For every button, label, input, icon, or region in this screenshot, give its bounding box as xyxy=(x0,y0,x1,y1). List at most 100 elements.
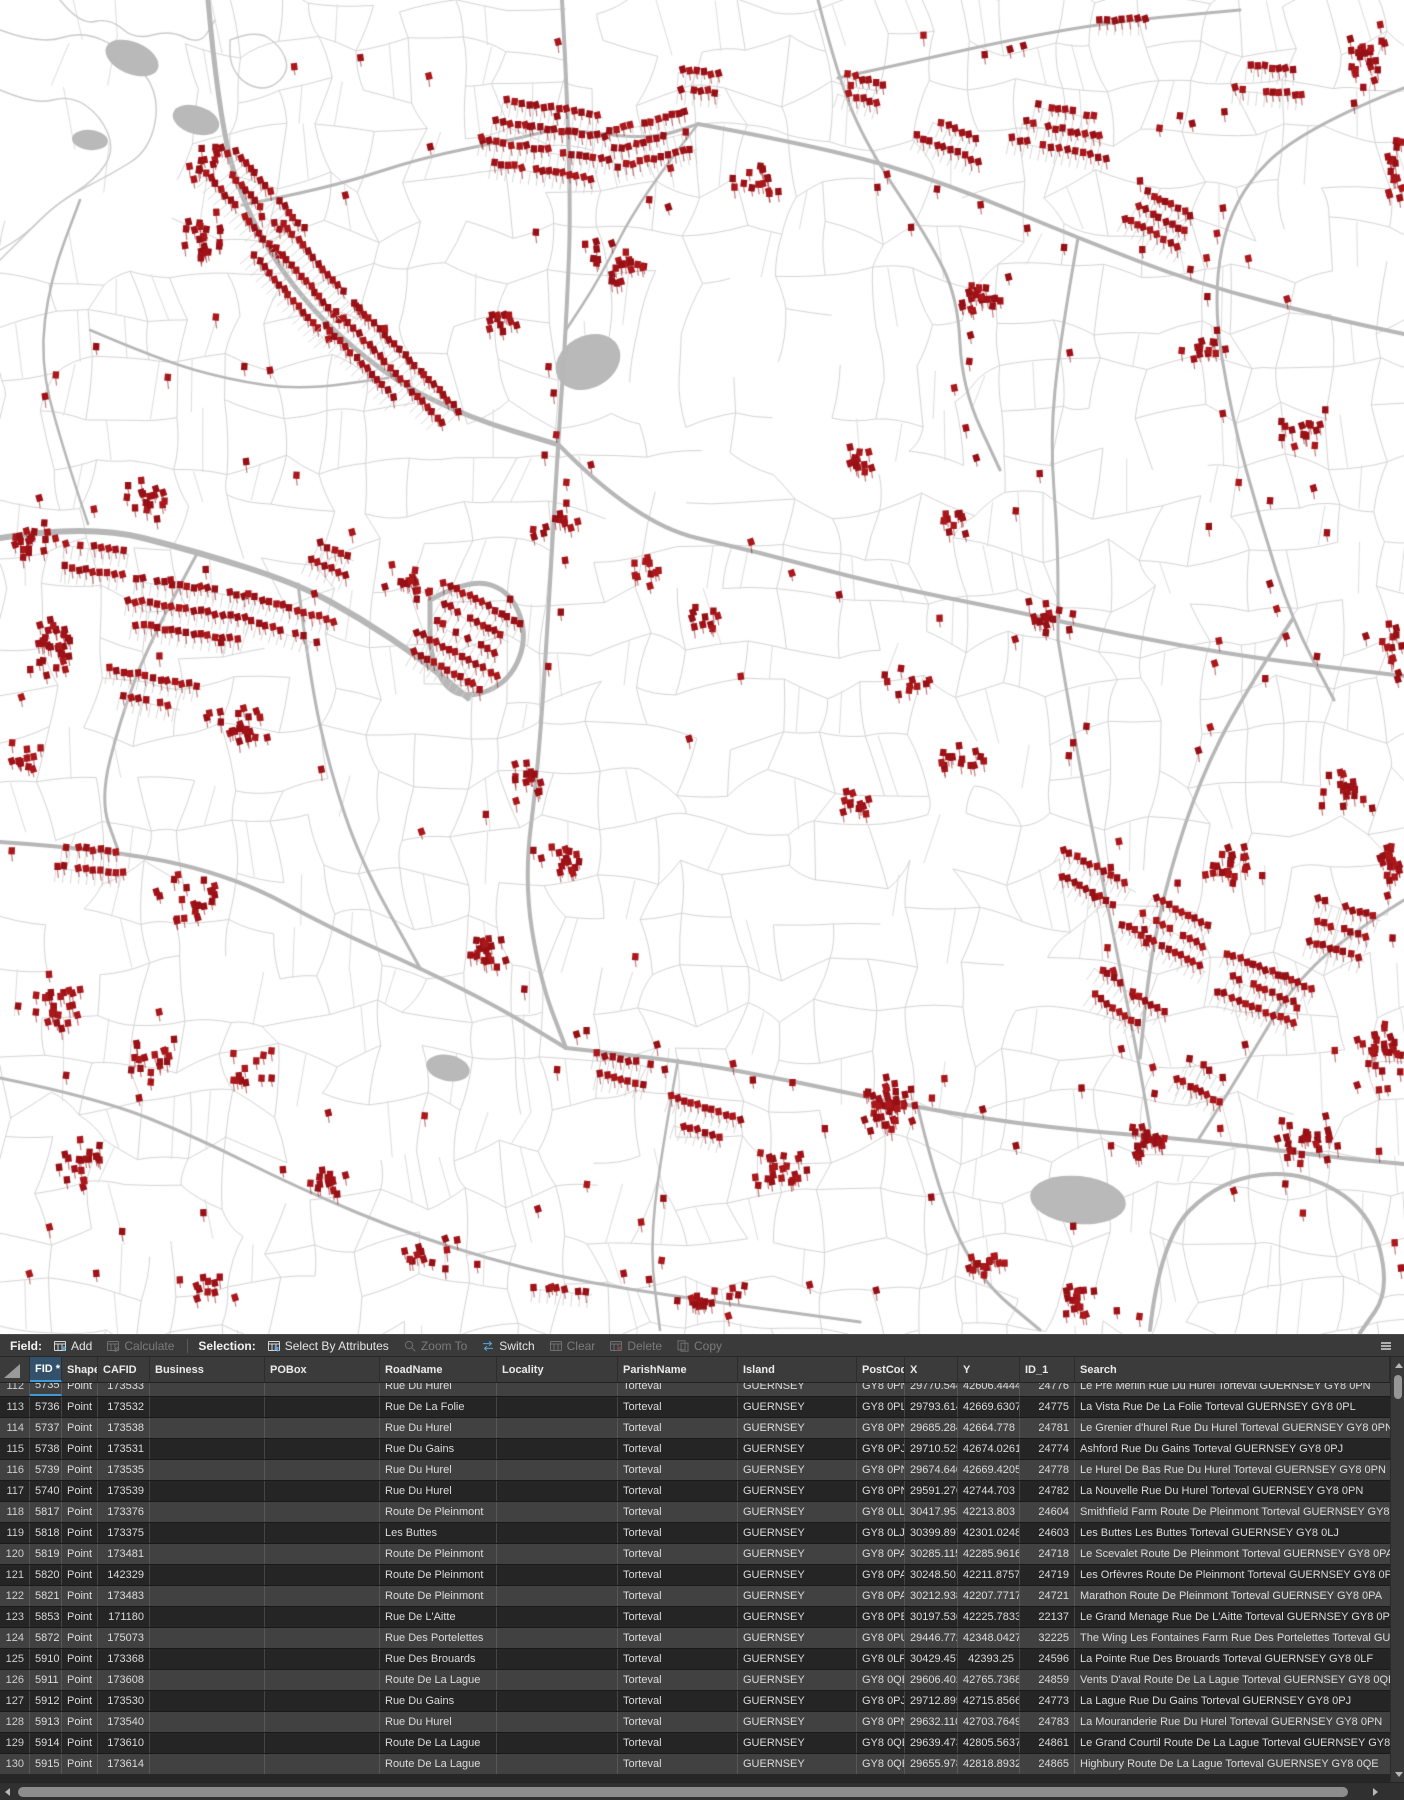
cell-business[interactable] xyxy=(150,1691,265,1711)
cell-locality[interactable] xyxy=(497,1383,618,1396)
cell-pobox[interactable] xyxy=(265,1502,380,1522)
cell-fid[interactable]: 5911 xyxy=(30,1670,62,1690)
cell-parishname[interactable]: Torteval xyxy=(618,1754,738,1774)
cell-search[interactable]: La Lague Rue Du Gains Torteval GUERNSEY … xyxy=(1075,1691,1390,1711)
cell-roadname[interactable]: Rue Du Hurel xyxy=(380,1418,497,1438)
cell-locality[interactable] xyxy=(497,1418,618,1438)
column-header-postcode[interactable]: PostCode xyxy=(857,1357,905,1382)
cell-locality[interactable] xyxy=(497,1439,618,1459)
table-row-125[interactable]: 1255910Point173368Rue Des BrouardsTortev… xyxy=(0,1648,1390,1669)
cell-x[interactable]: 30399.8978 xyxy=(905,1523,958,1543)
cell-cafid[interactable]: 142329 xyxy=(98,1565,150,1585)
cell-postcode[interactable]: GY8 0PA xyxy=(857,1565,905,1585)
cell-business[interactable] xyxy=(150,1712,265,1732)
cell-locality[interactable] xyxy=(497,1586,618,1606)
column-header-pobox[interactable]: POBox xyxy=(265,1357,380,1382)
cell-island[interactable]: GUERNSEY xyxy=(738,1628,857,1648)
cell-cafid[interactable]: 173375 xyxy=(98,1523,150,1543)
cell-cafid[interactable]: 173540 xyxy=(98,1712,150,1732)
cell-business[interactable] xyxy=(150,1586,265,1606)
horizontal-scrollbar[interactable] xyxy=(0,1782,1404,1800)
column-header-id_1[interactable]: ID_1 xyxy=(1020,1357,1075,1382)
column-header-x[interactable]: X xyxy=(905,1357,958,1382)
cell-id_1[interactable]: 24604 xyxy=(1020,1502,1075,1522)
cell-shape[interactable]: Point xyxy=(62,1586,98,1606)
cell-y[interactable]: 42207.7717 xyxy=(958,1586,1020,1606)
cell-island[interactable]: GUERNSEY xyxy=(738,1712,857,1732)
cell-search[interactable]: La Mouranderie Rue Du Hurel Torteval GUE… xyxy=(1075,1712,1390,1732)
cell-shape[interactable]: Point xyxy=(62,1439,98,1459)
cell-roadname[interactable]: Route De La Lague xyxy=(380,1733,497,1753)
cell-y[interactable]: 42715.8566 xyxy=(958,1691,1020,1711)
cell-fid[interactable]: 5735 xyxy=(30,1383,62,1396)
cell-parishname[interactable]: Torteval xyxy=(618,1649,738,1669)
cell-roadname[interactable]: Rue De L'Aitte xyxy=(380,1607,497,1627)
cell-island[interactable]: GUERNSEY xyxy=(738,1502,857,1522)
cell-y[interactable]: 42348.0427 xyxy=(958,1628,1020,1648)
table-row-124[interactable]: 1245872Point175073Rue Des PortelettesTor… xyxy=(0,1627,1390,1648)
column-header-island[interactable]: Island xyxy=(738,1357,857,1382)
cell-rownum[interactable]: 113 xyxy=(0,1397,30,1417)
menu-icon[interactable] xyxy=(1374,1339,1398,1353)
cell-x[interactable]: 29770.5447 xyxy=(905,1383,958,1396)
cell-x[interactable]: 30248.5015 xyxy=(905,1565,958,1585)
cell-postcode[interactable]: GY8 0LF xyxy=(857,1649,905,1669)
cell-y[interactable]: 42225.7833 xyxy=(958,1607,1020,1627)
cell-business[interactable] xyxy=(150,1670,265,1690)
table-row-127[interactable]: 1275912Point173530Rue Du GainsTortevalGU… xyxy=(0,1690,1390,1711)
table-row-121[interactable]: 1215820Point142329Route De PleinmontTort… xyxy=(0,1564,1390,1585)
cell-fid[interactable]: 5739 xyxy=(30,1460,62,1480)
cell-search[interactable]: Le Scevalet Route De Pleinmont Torteval … xyxy=(1075,1544,1390,1564)
cell-pobox[interactable] xyxy=(265,1586,380,1606)
cell-roadname[interactable]: Rue Du Hurel xyxy=(380,1481,497,1501)
cell-y[interactable]: 42765.7368 xyxy=(958,1670,1020,1690)
cell-locality[interactable] xyxy=(497,1397,618,1417)
cell-postcode[interactable]: GY8 0PA xyxy=(857,1544,905,1564)
cell-id_1[interactable]: 24865 xyxy=(1020,1754,1075,1774)
cell-fid[interactable]: 5910 xyxy=(30,1649,62,1669)
cell-parishname[interactable]: Torteval xyxy=(618,1607,738,1627)
cell-x[interactable]: 29674.6402 xyxy=(905,1460,958,1480)
cell-postcode[interactable]: GY8 0PN xyxy=(857,1383,905,1396)
cell-pobox[interactable] xyxy=(265,1565,380,1585)
cell-shape[interactable]: Point xyxy=(62,1397,98,1417)
cell-fid[interactable]: 5817 xyxy=(30,1502,62,1522)
cell-x[interactable]: 30197.5365 xyxy=(905,1607,958,1627)
cell-y[interactable]: 42285.9616 xyxy=(958,1544,1020,1564)
table-row-119[interactable]: 1195818Point173375Les ButtesTortevalGUER… xyxy=(0,1522,1390,1543)
table-row-129[interactable]: 1295914Point173610Route De La LagueTorte… xyxy=(0,1732,1390,1753)
cell-rownum[interactable]: 120 xyxy=(0,1544,30,1564)
cell-id_1[interactable]: 24721 xyxy=(1020,1586,1075,1606)
cell-locality[interactable] xyxy=(497,1481,618,1501)
table-row-118[interactable]: 1185817Point173376Route De PleinmontTort… xyxy=(0,1501,1390,1522)
cell-postcode[interactable]: GY8 0QE xyxy=(857,1754,905,1774)
cell-locality[interactable] xyxy=(497,1754,618,1774)
cell-search[interactable]: Le Hurel De Bas Rue Du Hurel Torteval GU… xyxy=(1075,1460,1390,1480)
column-header-y[interactable]: Y xyxy=(958,1357,1020,1382)
cell-locality[interactable] xyxy=(497,1649,618,1669)
cell-fid[interactable]: 5914 xyxy=(30,1733,62,1753)
cell-x[interactable]: 29632.1105 xyxy=(905,1712,958,1732)
cell-business[interactable] xyxy=(150,1565,265,1585)
cell-pobox[interactable] xyxy=(265,1418,380,1438)
cell-island[interactable]: GUERNSEY xyxy=(738,1481,857,1501)
column-header-cafid[interactable]: CAFID xyxy=(98,1357,150,1382)
cell-pobox[interactable] xyxy=(265,1712,380,1732)
cell-y[interactable]: 42669.4205 xyxy=(958,1460,1020,1480)
column-header-fid[interactable]: FID * xyxy=(30,1357,62,1382)
cell-id_1[interactable]: 24719 xyxy=(1020,1565,1075,1585)
column-header-shape[interactable]: Shape xyxy=(62,1357,98,1382)
cell-cafid[interactable]: 173614 xyxy=(98,1754,150,1774)
cell-y[interactable]: 42805.5637 xyxy=(958,1733,1020,1753)
cell-x[interactable]: 29639.4738 xyxy=(905,1733,958,1753)
cell-island[interactable]: GUERNSEY xyxy=(738,1691,857,1711)
add-button[interactable]: Add xyxy=(46,1335,99,1356)
table-row-126[interactable]: 1265911Point173608Route De La LagueTorte… xyxy=(0,1669,1390,1690)
cell-business[interactable] xyxy=(150,1439,265,1459)
cell-roadname[interactable]: Rue Du Hurel xyxy=(380,1460,497,1480)
cell-locality[interactable] xyxy=(497,1523,618,1543)
cell-locality[interactable] xyxy=(497,1691,618,1711)
cell-postcode[interactable]: GY8 0PA xyxy=(857,1586,905,1606)
table-row-123[interactable]: 1235853Point171180Rue De L'AitteTorteval… xyxy=(0,1606,1390,1627)
cell-rownum[interactable]: 126 xyxy=(0,1670,30,1690)
